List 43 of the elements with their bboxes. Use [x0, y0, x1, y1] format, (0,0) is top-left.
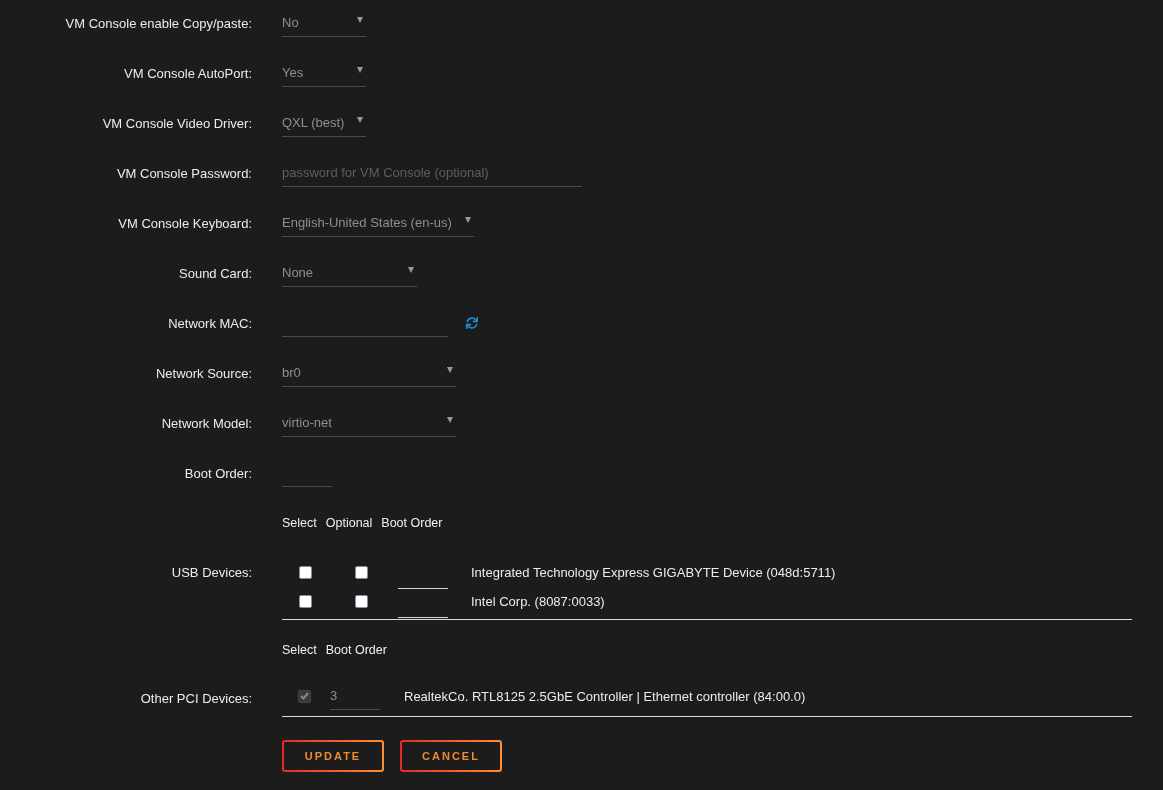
field-label: Boot Order: — [184, 465, 252, 481]
field-label: Other PCI Devices: — [140, 691, 252, 706]
column-header: Boot Order — [325, 643, 387, 657]
caret-icon — [357, 16, 363, 23]
password-field[interactable]: password for VM Console (optional) — [282, 159, 582, 187]
caret-icon — [357, 116, 363, 123]
device-name: Integrated Technology Express GIGABYTE Device (048d:5711) — [471, 565, 836, 580]
field-label: VM Console enable Copy/paste: — [65, 15, 252, 31]
checkbox[interactable] — [355, 566, 368, 579]
field-label: VM Console Password: — [116, 165, 252, 181]
column-header: Select — [282, 643, 317, 657]
dropdown-field[interactable]: English-United States (en-us) — [282, 209, 474, 237]
caret-icon — [357, 66, 363, 73]
field-label: VM Console Keyboard: — [118, 215, 252, 231]
field-label: Network MAC: — [168, 315, 252, 331]
action-button[interactable]: CANCEL — [400, 740, 502, 772]
field-label: Network Source: — [155, 365, 252, 381]
dropdown-field[interactable]: QXL (best) — [282, 109, 366, 137]
caret-icon — [465, 216, 471, 223]
dropdown-field[interactable]: Yes — [282, 59, 366, 87]
caret-icon — [408, 266, 414, 273]
dropdown-field[interactable]: No — [282, 9, 366, 37]
device-name: Intel Corp. (8087:0033) — [471, 594, 605, 609]
column-header: Boot Order — [381, 516, 443, 530]
field-label: Sound Card: — [179, 265, 252, 281]
caret-icon — [447, 366, 453, 373]
column-header: Select — [282, 516, 317, 530]
dropdown-field[interactable]: None — [282, 259, 417, 287]
caret-icon — [447, 416, 453, 423]
column-header: Optional — [325, 516, 373, 530]
field-label: USB Devices: — [171, 564, 252, 580]
field-label: Network Model: — [161, 415, 252, 431]
field-label: VM Console AutoPort: — [124, 65, 252, 81]
checkbox[interactable] — [299, 595, 312, 608]
dropdown-field[interactable]: virtio-net — [282, 409, 456, 437]
check-icon — [300, 692, 309, 700]
dropdown-field[interactable]: br0 — [282, 359, 456, 387]
action-button[interactable]: UPDATE — [282, 740, 384, 772]
checkbox[interactable] — [299, 566, 312, 579]
field-label: VM Console Video Driver: — [102, 115, 252, 131]
refresh-icon[interactable] — [466, 317, 478, 329]
device-name: RealtekCo. RTL8125 2.5GbE Controller | Ethernet controller (84:00.0) — [404, 688, 806, 704]
checkbox[interactable] — [355, 595, 368, 608]
